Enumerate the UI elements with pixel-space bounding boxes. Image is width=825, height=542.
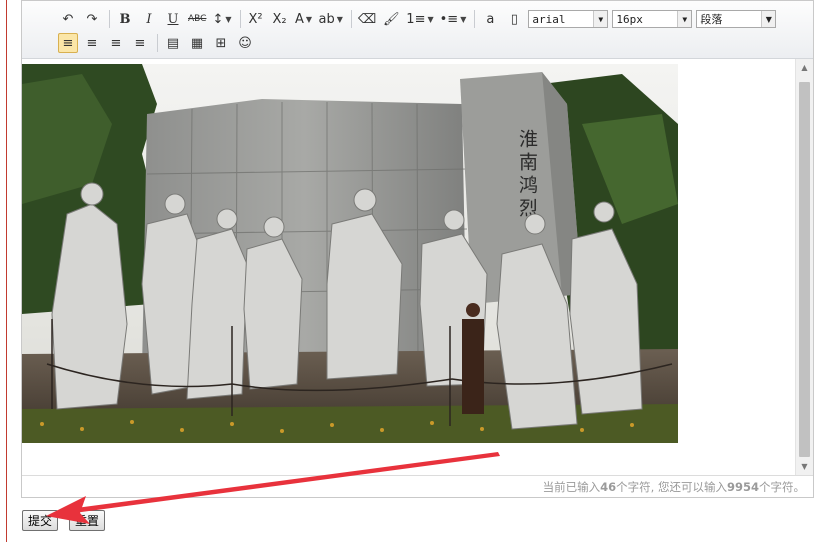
scroll-up-arrow-icon[interactable]: ▲ (796, 59, 813, 76)
ordered-list-icon[interactable]: 1≡ ▼ (405, 9, 434, 29)
emoticon-glyph: ☺ (238, 35, 252, 51)
format-painter-icon[interactable]: 🖌 (381, 9, 401, 29)
status-suffix: 个字符。 (759, 479, 805, 494)
unordered-list-glyph: •≡ (439, 11, 459, 27)
video-glyph: ▤ (166, 35, 180, 51)
italic-button[interactable]: I (139, 9, 159, 29)
align-center-glyph: ≡ (110, 35, 122, 51)
line-height-icon[interactable]: ↕ ▼ (211, 9, 232, 29)
font-family-select-value: arial (532, 12, 566, 26)
undo-icon[interactable]: ↶ (58, 9, 78, 29)
page-icon[interactable]: ▯ (504, 9, 524, 29)
bold-glyph: B (119, 11, 131, 27)
select-arrow-icon: ▼ (677, 11, 692, 27)
dropdown-caret-icon: ▼ (225, 14, 232, 24)
strikethrough-glyph: ABC (188, 14, 207, 24)
insert-table-glyph: ⊞ (215, 35, 227, 51)
ordered-list-glyph: 1≡ (406, 11, 426, 27)
font-size-select-value: 16px (616, 12, 643, 26)
subscript-glyph: X₂ (272, 11, 287, 27)
remaining-count: 9954 (726, 479, 759, 494)
eraser-icon[interactable]: ⌫ (357, 9, 377, 29)
toolbar-row-2: ≡ ≡ ≡ ≡ ▤ ▦ ⊞ ☺ (58, 32, 259, 54)
monument-inscription: 淮南鸿烈 (516, 129, 538, 221)
eraser-glyph: ⌫ (357, 11, 377, 27)
video-icon[interactable]: ▤ (163, 33, 183, 53)
toolbar-separator (157, 34, 158, 52)
align-right-glyph: ≡ (86, 35, 98, 51)
dropdown-caret-icon: ▼ (427, 14, 434, 24)
paragraph-format-select[interactable]: 段落 ▼ (696, 10, 777, 28)
italic-glyph: I (146, 11, 152, 27)
font-size-select[interactable]: 16px ▼ (612, 10, 693, 28)
underline-button[interactable]: U (163, 9, 183, 29)
toolbar-row-1: ↶ ↷ B I U ABC ↕ ▼ X² X₂ A ▼ ab ▼ ⌫ 🖌 1≡ ▼ •≡ ▼ a ▯ arial ▼ 16px ▼… (58, 8, 780, 30)
align-justify-glyph: ≡ (134, 35, 146, 51)
page-left-border (6, 0, 7, 542)
underline-glyph: U (167, 11, 179, 27)
anchor-icon[interactable]: a (480, 9, 500, 29)
font-color-icon[interactable]: A ▼ (294, 9, 314, 29)
toolbar-separator (474, 10, 476, 28)
dropdown-caret-icon: ▼ (305, 14, 313, 24)
bold-button[interactable]: B (115, 9, 135, 29)
editor-toolbar: ↶ ↷ B I U ABC ↕ ▼ X² X₂ A ▼ ab ▼ ⌫ 🖌 1≡ ▼ •≡ ▼ a ▯ arial ▼ 16px ▼… (22, 1, 813, 59)
unordered-list-icon[interactable]: •≡ ▼ (439, 9, 468, 29)
anchor-glyph: a (486, 11, 495, 27)
select-arrow-icon: ▼ (593, 11, 608, 27)
dropdown-caret-icon: ▼ (336, 14, 343, 24)
align-right-icon[interactable]: ≡ (82, 33, 102, 53)
scrollbar-thumb[interactable] (799, 82, 810, 457)
font-family-select[interactable]: arial ▼ (528, 10, 609, 28)
editor-content-area[interactable]: 淮南鸿烈 (22, 59, 796, 475)
toolbar-separator (350, 10, 352, 28)
redo-glyph: ↷ (86, 11, 98, 27)
select-arrow-icon: ▼ (761, 11, 776, 27)
toolbar-separator (109, 10, 110, 28)
insert-image-icon[interactable]: ▦ (187, 33, 207, 53)
typed-count: 46 (600, 479, 617, 494)
align-left-icon[interactable]: ≡ (58, 33, 78, 53)
scroll-down-arrow-icon[interactable]: ▼ (796, 458, 813, 475)
insert-table-icon[interactable]: ⊞ (211, 33, 231, 53)
editor-scrollbar[interactable]: ▲ ▼ (795, 59, 813, 475)
statue-photo: 淮南鸿烈 (22, 64, 678, 443)
line-height-glyph: ↕ (212, 11, 224, 27)
status-middle: 个字符, 您还可以输入 (616, 479, 727, 494)
paragraph-format-select-value: 段落 (700, 13, 723, 26)
reset-button[interactable]: 重置 (69, 510, 106, 531)
undo-glyph: ↶ (62, 11, 74, 27)
submit-button[interactable]: 提交 (22, 510, 59, 531)
font-color-glyph: A (295, 11, 304, 27)
highlight-color-glyph: ab (318, 11, 335, 27)
align-left-glyph: ≡ (62, 35, 74, 51)
strikethrough-button[interactable]: ABC (187, 9, 207, 29)
align-justify-icon[interactable]: ≡ (130, 33, 150, 53)
status-prefix: 当前已输入 (542, 479, 601, 494)
emoticon-icon[interactable]: ☺ (235, 33, 255, 53)
subscript-button[interactable]: X₂ (270, 9, 290, 29)
superscript-glyph: X² (248, 11, 263, 27)
insert-image-glyph: ▦ (190, 35, 204, 51)
word-count-status: 当前已输入 46 个字符, 您还可以输入 9954 个字符。 (22, 475, 813, 497)
rich-text-editor: ↶ ↷ B I U ABC ↕ ▼ X² X₂ A ▼ ab ▼ ⌫ 🖌 1≡ ▼ •≡ ▼ a ▯ arial ▼ 16px ▼… (21, 0, 814, 498)
format-painter-glyph: 🖌 (383, 11, 400, 27)
highlight-color-icon[interactable]: ab ▼ (318, 9, 344, 29)
toolbar-separator (239, 10, 241, 28)
align-center-icon[interactable]: ≡ (106, 33, 126, 53)
page-glyph: ▯ (510, 11, 518, 27)
redo-icon[interactable]: ↷ (82, 9, 102, 29)
superscript-button[interactable]: X² (246, 9, 266, 29)
dropdown-caret-icon: ▼ (460, 14, 467, 24)
